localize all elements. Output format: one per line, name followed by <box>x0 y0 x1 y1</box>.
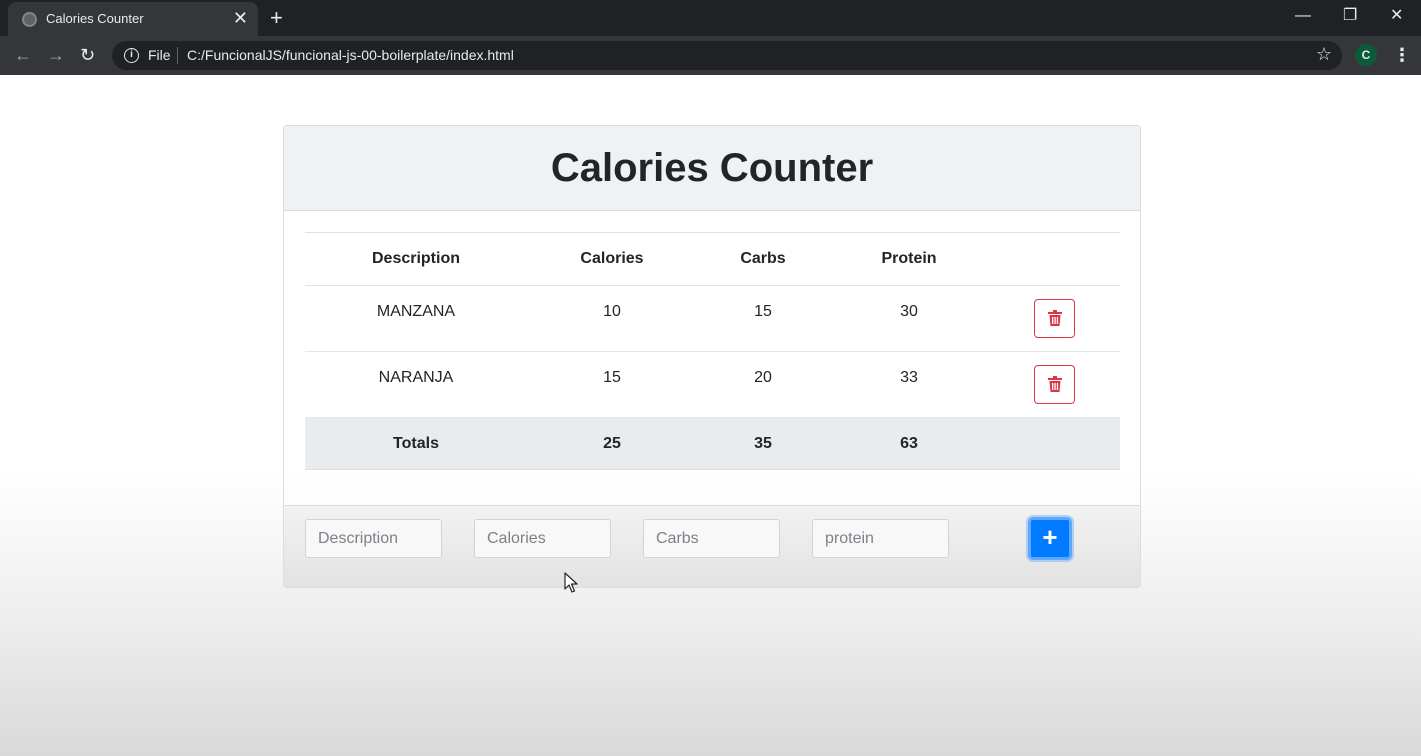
cell-carbs: 15 <box>697 285 829 352</box>
column-header-carbs: Carbs <box>697 232 829 286</box>
page-title: Calories Counter <box>550 145 874 190</box>
table-row: MANZANA 10 15 30 <box>305 285 1120 352</box>
close-tab-icon[interactable]: ✕ <box>233 8 248 28</box>
divider <box>177 47 178 64</box>
restore-icon[interactable]: ❐ <box>1343 6 1357 26</box>
cell-description: NARANJA <box>305 351 527 418</box>
globe-icon <box>22 12 37 27</box>
info-icon[interactable]: i <box>124 48 139 63</box>
column-header-protein: Protein <box>829 232 989 286</box>
reload-icon[interactable]: ↻ <box>80 44 95 66</box>
profile-avatar[interactable]: C <box>1355 44 1377 66</box>
address-bar[interactable]: i File C:/FuncionalJS/funcional-js-00-bo… <box>112 41 1342 70</box>
cell-carbs: 20 <box>697 351 829 418</box>
table-container: Description Calories Carbs Protein MANZA… <box>305 232 1120 470</box>
cell-protein: 30 <box>829 285 989 352</box>
totals-row: Totals 25 35 63 <box>305 417 1120 470</box>
totals-label: Totals <box>305 417 527 470</box>
browser-tab[interactable]: Calories Counter ✕ <box>8 2 258 36</box>
add-food-form: + <box>284 505 1140 587</box>
calories-card: Calories Counter Description Calories Ca… <box>283 125 1141 588</box>
close-window-icon[interactable]: ✕ <box>1390 6 1403 26</box>
scheme-label: File <box>148 47 171 63</box>
cell-calories: 15 <box>527 351 697 418</box>
protein-input[interactable] <box>812 519 949 558</box>
totals-empty-cell <box>989 417 1120 470</box>
delete-button[interactable] <box>1034 365 1075 404</box>
column-header-actions <box>989 232 1120 286</box>
minimize-icon[interactable]: — <box>1295 6 1311 26</box>
column-header-description: Description <box>305 232 527 286</box>
card-header: Calories Counter <box>284 126 1140 211</box>
description-input[interactable] <box>305 519 442 558</box>
url-text[interactable]: C:/FuncionalJS/funcional-js-00-boilerpla… <box>187 47 514 63</box>
trash-icon <box>1048 310 1062 326</box>
back-icon[interactable]: ← <box>14 44 32 66</box>
menu-icon[interactable]: ⋮ <box>1393 44 1411 66</box>
trash-icon <box>1048 376 1062 392</box>
new-tab-button[interactable]: + <box>270 6 283 30</box>
carbs-input[interactable] <box>643 519 780 558</box>
cell-protein: 33 <box>829 351 989 418</box>
total-calories: 25 <box>527 417 697 470</box>
browser-toolbar: ← → ↻ i File C:/FuncionalJS/funcional-js… <box>0 36 1421 75</box>
bookmark-star-icon[interactable]: ☆ <box>1316 44 1332 65</box>
page-viewport: Calories Counter Description Calories Ca… <box>0 75 1421 756</box>
tab-title: Calories Counter <box>46 11 144 26</box>
forward-icon[interactable]: → <box>47 44 65 66</box>
calories-input[interactable] <box>474 519 611 558</box>
column-header-calories: Calories <box>527 232 697 286</box>
cell-calories: 10 <box>527 285 697 352</box>
cell-actions <box>989 285 1120 352</box>
foods-table: Description Calories Carbs Protein MANZA… <box>305 232 1120 470</box>
add-button[interactable]: + <box>1028 517 1072 560</box>
table-row: NARANJA 15 20 33 <box>305 351 1120 418</box>
cell-actions <box>989 351 1120 418</box>
total-protein: 63 <box>829 417 989 470</box>
delete-button[interactable] <box>1034 299 1075 338</box>
total-carbs: 35 <box>697 417 829 470</box>
cell-description: MANZANA <box>305 285 527 352</box>
table-header-row: Description Calories Carbs Protein <box>305 232 1120 286</box>
mouse-cursor-icon <box>564 572 578 593</box>
browser-tabbar: Calories Counter ✕ + — ❐ ✕ <box>0 0 1421 36</box>
